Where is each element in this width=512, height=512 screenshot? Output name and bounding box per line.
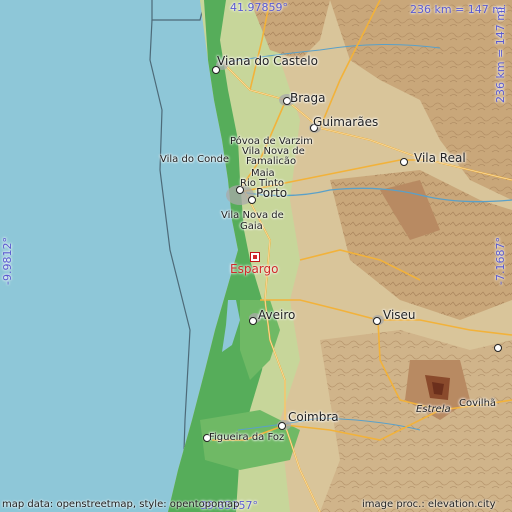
- coord-left: -9.9812°: [1, 237, 14, 285]
- city-label-guimaraes: Guimarães: [313, 115, 379, 129]
- scale-top: 236 km = 147 mi: [410, 3, 507, 16]
- mountain-label-estrela: Estrela: [416, 404, 451, 415]
- city-dot-viseu[interactable]: [373, 317, 381, 325]
- city-label-covilha: Covilhã: [459, 398, 497, 409]
- city-dot-coimbra[interactable]: [278, 422, 286, 430]
- city-label-braga: Braga: [290, 91, 326, 105]
- city-label-vngaia-2: Gaia: [240, 221, 263, 232]
- city-dot-gaia[interactable]: [248, 196, 256, 204]
- city-label-aveiro: Aveiro: [258, 308, 296, 322]
- coord-right: -7.1687°: [494, 237, 507, 285]
- city-dot-vilareal[interactable]: [400, 158, 408, 166]
- city-label-vilaconde: Vila do Conde: [160, 154, 230, 165]
- city-label-vilareal: Vila Real: [414, 151, 466, 165]
- city-label-viana: Viana do Castelo: [217, 54, 318, 68]
- city-label-coimbra: Coimbra: [288, 410, 339, 424]
- coord-top: 41.97859°: [230, 1, 288, 14]
- credit-right: image proc.: elevation.city: [362, 499, 496, 510]
- city-label-vnfamalicao-2: Famalicão: [246, 156, 297, 167]
- credit-left: map data: openstreetmap, style: opentopo…: [2, 499, 240, 510]
- city-label-viseu: Viseu: [383, 308, 416, 322]
- target-label: Espargo: [230, 262, 279, 276]
- city-label-porto: Porto: [256, 186, 288, 200]
- scale-side: 236 km = 147 mi: [494, 6, 507, 103]
- city-dot-guarda[interactable]: [494, 344, 502, 352]
- city-label-figueira: Figueira da Foz: [209, 432, 285, 443]
- city-label-vngaia-1: Vila Nova de: [221, 210, 284, 221]
- city-dot-aveiro[interactable]: [249, 317, 257, 325]
- target-marker[interactable]: [250, 252, 260, 262]
